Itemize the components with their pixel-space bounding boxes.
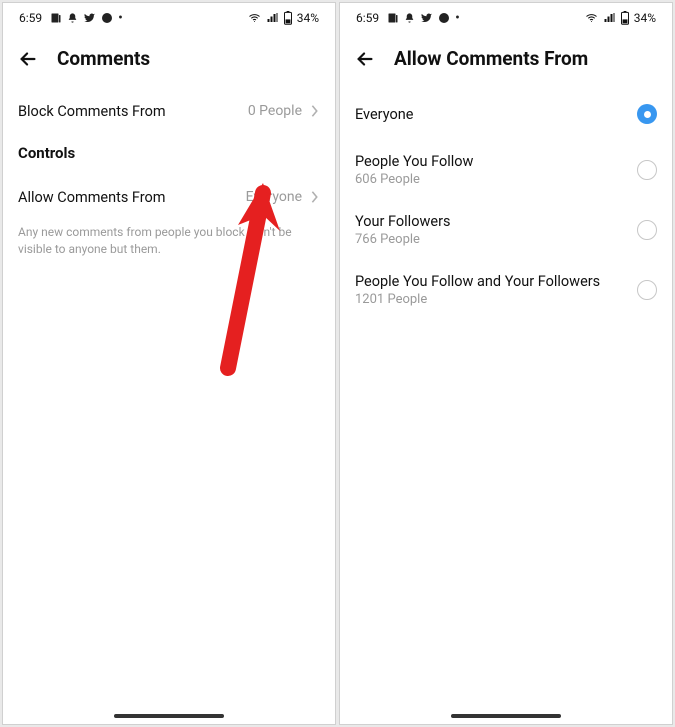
comments-settings-screen: 6:59 • 34% Comments Block Comments From …	[2, 2, 336, 725]
option-people-you-follow[interactable]: People You Follow 606 People	[340, 140, 672, 200]
wifi-icon	[584, 12, 599, 24]
home-indicator[interactable]	[114, 714, 224, 718]
battery-icon	[620, 11, 630, 25]
header: Comments	[3, 33, 335, 88]
bell-icon	[404, 12, 415, 24]
status-time: 6:59	[356, 11, 379, 25]
twitter-icon	[420, 12, 433, 24]
option-label: Everyone	[355, 106, 413, 123]
allow-comments-label: Allow Comments From	[18, 189, 166, 206]
option-label: Your Followers	[355, 213, 450, 230]
status-right: 34%	[247, 11, 319, 25]
radio-unselected-icon[interactable]	[637, 160, 657, 180]
spotify-icon	[438, 12, 450, 24]
radio-selected-icon[interactable]	[637, 104, 657, 124]
status-bar: 6:59 • 34%	[340, 3, 672, 33]
option-sub: 606 People	[355, 172, 473, 187]
page-title: Allow Comments From	[394, 47, 588, 70]
status-left: 6:59 •	[356, 11, 460, 25]
helper-text: Any new comments from people you block w…	[3, 220, 335, 259]
back-arrow-icon[interactable]	[17, 48, 39, 70]
option-label: People You Follow	[355, 153, 473, 170]
spotify-icon	[101, 12, 113, 24]
allow-comments-from-screen: 6:59 • 34% Allow Comments From Everyone	[339, 2, 673, 725]
battery-text: 34%	[634, 11, 656, 25]
allow-comments-value: Everyone	[246, 189, 302, 205]
radio-unselected-icon[interactable]	[637, 280, 657, 300]
battery-text: 34%	[297, 11, 319, 25]
signal-icon	[266, 12, 279, 24]
option-follow-and-followers[interactable]: People You Follow and Your Followers 120…	[340, 260, 672, 320]
status-left: 6:59 •	[19, 11, 123, 25]
option-sub: 1201 People	[355, 292, 600, 307]
header: Allow Comments From	[340, 33, 672, 88]
back-arrow-icon[interactable]	[354, 48, 376, 70]
more-dot-icon: •	[455, 11, 460, 25]
more-dot-icon: •	[118, 11, 123, 25]
status-notif-icons: •	[50, 11, 123, 25]
block-comments-label: Block Comments From	[18, 103, 166, 120]
wifi-icon	[247, 12, 262, 24]
bell-icon	[67, 12, 78, 24]
home-indicator[interactable]	[451, 714, 561, 718]
option-label: People You Follow and Your Followers	[355, 273, 600, 290]
signal-icon	[603, 12, 616, 24]
status-right: 34%	[584, 11, 656, 25]
option-your-followers[interactable]: Your Followers 766 People	[340, 200, 672, 260]
status-notif-icons: •	[387, 11, 460, 25]
news-icon	[50, 12, 62, 24]
radio-unselected-icon[interactable]	[637, 220, 657, 240]
status-bar: 6:59 • 34%	[3, 3, 335, 33]
news-icon	[387, 12, 399, 24]
allow-comments-row[interactable]: Allow Comments From Everyone	[3, 174, 335, 220]
chevron-right-icon	[310, 104, 320, 118]
chevron-right-icon	[310, 190, 320, 204]
twitter-icon	[83, 12, 96, 24]
status-time: 6:59	[19, 11, 42, 25]
page-title: Comments	[57, 47, 150, 70]
controls-heading: Controls	[3, 134, 335, 174]
block-comments-value: 0 People	[248, 103, 302, 119]
block-comments-row[interactable]: Block Comments From 0 People	[3, 88, 335, 134]
battery-icon	[283, 11, 293, 25]
option-everyone[interactable]: Everyone	[340, 88, 672, 140]
option-sub: 766 People	[355, 232, 450, 247]
